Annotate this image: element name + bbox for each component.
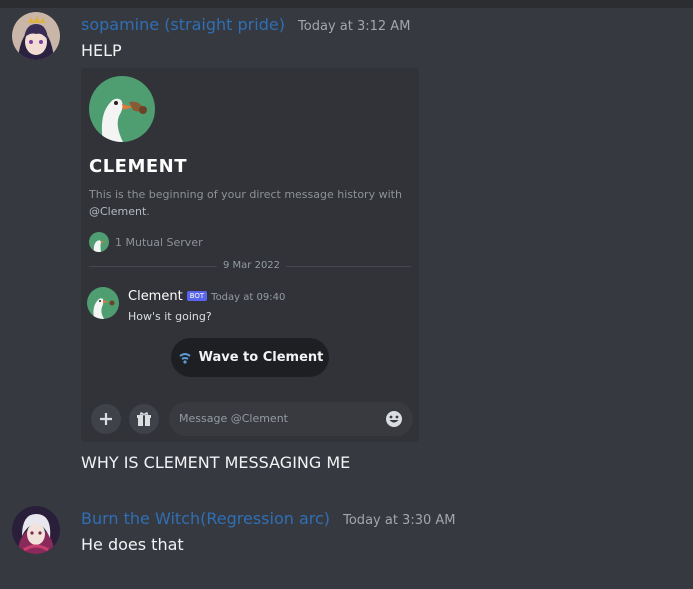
message-text: HELP <box>81 41 122 60</box>
server-icon <box>89 232 109 252</box>
message-text: WHY IS CLEMENT MESSAGING ME <box>81 453 351 472</box>
gift-icon <box>137 412 151 426</box>
message-composer: Message @Clement <box>89 402 413 436</box>
intro-end: . <box>146 205 150 218</box>
bot-tag: BOT <box>186 291 208 301</box>
bot-message-header: Clement BOT Today at 09:40 <box>128 289 285 304</box>
avatar[interactable] <box>12 506 60 554</box>
add-button[interactable] <box>91 404 121 434</box>
mutual-label: 1 Mutual Server <box>115 235 203 249</box>
bot-avatar[interactable] <box>87 287 119 319</box>
dm-intro: This is the beginning of your direct mes… <box>89 186 409 220</box>
timestamp: Today at 3:30 AM <box>343 513 456 528</box>
message-text: He does that <box>81 535 184 554</box>
timestamp: Today at 3:12 AM <box>298 19 411 34</box>
username[interactable]: sopamine (straight pride) <box>81 15 285 34</box>
clement-avatar <box>89 76 155 142</box>
username[interactable]: Burn the Witch(Regression arc) <box>81 509 330 528</box>
message-header: sopamine (straight pride) Today at 3:12 … <box>81 15 410 34</box>
emoji-icon[interactable] <box>385 410 403 428</box>
wave-icon <box>177 350 193 366</box>
gift-button[interactable] <box>129 404 159 434</box>
bot-timestamp: Today at 09:40 <box>211 292 286 303</box>
bot-name[interactable]: Clement <box>128 289 183 304</box>
message-input[interactable]: Message @Clement <box>169 402 413 436</box>
avatar[interactable] <box>12 12 60 60</box>
mutual-servers[interactable]: 1 Mutual Server <box>89 232 203 252</box>
message-header: Burn the Witch(Regression arc) Today at … <box>81 509 456 528</box>
intro-text: This is the beginning of your direct mes… <box>89 188 402 201</box>
top-bar <box>0 0 693 8</box>
wave-label: Wave to Clement <box>198 350 324 365</box>
intro-mention[interactable]: @Clement <box>89 205 146 218</box>
wave-button[interactable]: Wave to Clement <box>171 338 329 377</box>
bot-message-text: How's it going? <box>128 310 212 323</box>
message-input-placeholder: Message @Clement <box>179 412 288 425</box>
embedded-screenshot[interactable]: CLEMENT This is the beginning of your di… <box>81 68 419 442</box>
date-divider: 9 Mar 2022 <box>217 260 287 271</box>
profile-title: CLEMENT <box>89 156 188 177</box>
plus-icon <box>100 413 112 425</box>
